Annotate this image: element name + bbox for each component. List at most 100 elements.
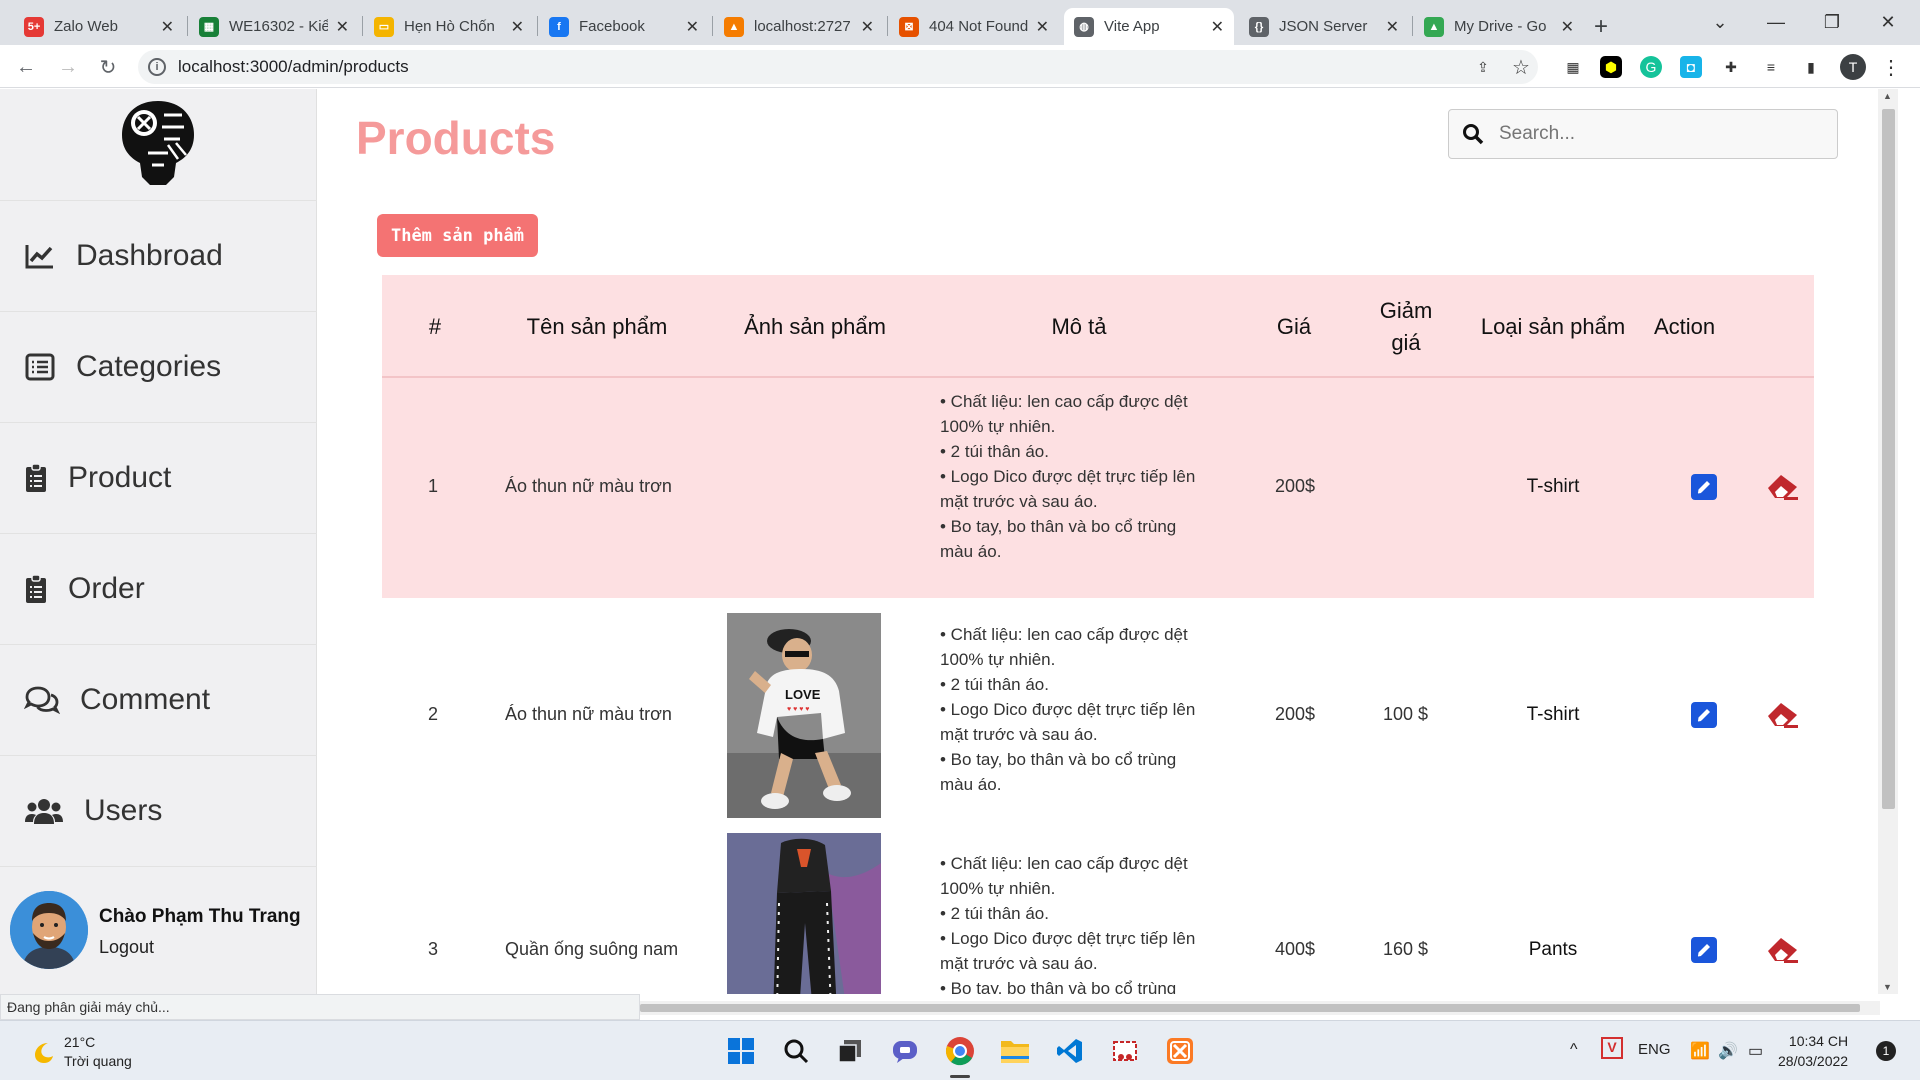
profile-avatar[interactable]: T bbox=[1840, 54, 1866, 80]
avatar[interactable] bbox=[10, 891, 88, 969]
sidebar-item-categories[interactable]: Categories bbox=[0, 311, 317, 421]
tab-close-icon[interactable]: ✕ bbox=[686, 17, 699, 37]
close-window-button[interactable]: ✕ bbox=[1860, 0, 1916, 45]
product-category: Pants bbox=[1528, 938, 1578, 960]
browser-menu-icon[interactable]: ⋮ bbox=[1880, 56, 1902, 79]
vscode-icon[interactable] bbox=[1054, 1035, 1086, 1067]
tab-close-icon[interactable]: ✕ bbox=[336, 17, 349, 37]
tray-chevron-icon[interactable]: ^ bbox=[1570, 1041, 1578, 1059]
wifi-icon[interactable]: 📶 bbox=[1690, 1041, 1710, 1061]
tab-search-icon[interactable]: ⌄ bbox=[1692, 0, 1748, 45]
reading-list-icon[interactable]: ≡ bbox=[1760, 56, 1782, 78]
tab-close-icon[interactable]: ✕ bbox=[1386, 17, 1399, 37]
users-icon bbox=[24, 795, 64, 827]
site-info-icon[interactable]: i bbox=[148, 58, 166, 76]
clock[interactable]: 10:34 CH 28/03/2022 bbox=[1778, 1031, 1848, 1071]
pencil-icon bbox=[1697, 708, 1710, 721]
delete-button[interactable] bbox=[1766, 936, 1800, 964]
xampp-icon[interactable] bbox=[1164, 1035, 1196, 1067]
minimize-button[interactable]: — bbox=[1748, 0, 1804, 45]
horizontal-scroll-thumb[interactable] bbox=[640, 1004, 1860, 1012]
product-name: Quần ống suông nam bbox=[505, 938, 679, 959]
tab-close-icon[interactable]: ✕ bbox=[1211, 17, 1224, 37]
sidebar-item-comment[interactable]: Comment bbox=[0, 644, 317, 754]
new-tab-button[interactable]: + bbox=[1594, 8, 1618, 45]
tab-favicon-icon: f bbox=[549, 16, 569, 37]
brand-logo[interactable] bbox=[118, 97, 198, 187]
browser-tab[interactable]: 5+ Zalo Web ✕ bbox=[14, 8, 184, 45]
language-indicator[interactable]: ENG bbox=[1638, 1041, 1671, 1058]
column-header-image: Ảnh sản phẩm bbox=[744, 313, 886, 339]
chrome-taskbar-icon[interactable] bbox=[944, 1035, 976, 1067]
browser-tab[interactable]: ◍ Vite App ✕ bbox=[1064, 8, 1234, 45]
notification-badge[interactable]: 1 bbox=[1876, 1041, 1896, 1061]
teams-chat-icon[interactable] bbox=[889, 1035, 921, 1067]
extensions-puzzle-icon[interactable]: ✚ bbox=[1720, 56, 1742, 78]
browser-tab[interactable]: f Facebook ✕ bbox=[539, 8, 709, 45]
bookmark-star-icon[interactable]: ☆ bbox=[1510, 56, 1532, 79]
browser-tab[interactable]: {} JSON Server ✕ bbox=[1239, 8, 1409, 45]
tab-close-icon[interactable]: ✕ bbox=[161, 17, 174, 37]
battery-icon[interactable]: ▭ bbox=[1748, 1041, 1763, 1061]
edit-button[interactable] bbox=[1691, 474, 1717, 500]
tab-close-icon[interactable]: ✕ bbox=[861, 17, 874, 37]
sidebar-item-dashboard[interactable]: Dashbroad bbox=[0, 200, 317, 310]
time-text: 10:34 CH bbox=[1788, 1033, 1849, 1049]
sidebar-item-order[interactable]: Order bbox=[0, 533, 317, 643]
description-line: • Chất liệu: len cao cấp được dệt bbox=[940, 625, 1188, 644]
search-icon bbox=[1463, 124, 1484, 145]
description-line: • 2 túi thân áo. bbox=[940, 442, 1049, 461]
search-input[interactable] bbox=[1499, 123, 1819, 145]
browser-tab[interactable]: ⊠ 404 Not Found ✕ bbox=[889, 8, 1059, 45]
tab-favicon-icon: ⊠ bbox=[899, 16, 919, 37]
browser-tab[interactable]: ▭ Hẹn Hò Chốn ✕ bbox=[364, 8, 534, 45]
browser-tab[interactable]: ▲ localhost:2727 ✕ bbox=[714, 8, 884, 45]
extension-hex-icon[interactable]: ⬢ bbox=[1600, 56, 1622, 78]
sidebar-item-users[interactable]: Users bbox=[0, 755, 317, 865]
browser-tab[interactable]: ▦ WE16302 - Kiể ✕ bbox=[189, 8, 359, 45]
delete-button[interactable] bbox=[1766, 473, 1800, 501]
row-index: 1 bbox=[428, 476, 439, 496]
share-icon[interactable]: ⇪ bbox=[1472, 56, 1494, 78]
description-line: • Chất liệu: len cao cấp được dệt bbox=[940, 392, 1188, 411]
vertical-scroll-thumb[interactable] bbox=[1882, 109, 1895, 809]
url-text[interactable]: localhost:3000/admin/products bbox=[178, 57, 409, 77]
sidebar-item-product[interactable]: Product bbox=[0, 422, 317, 532]
add-product-button[interactable]: Thêm sản phẩm bbox=[377, 214, 538, 257]
edit-button[interactable] bbox=[1691, 936, 1717, 963]
sidebar: Dashbroad Categories Product Order Comme… bbox=[0, 89, 317, 994]
main-content: Products Thêm sản phẩm # Tên sản phẩm Ản… bbox=[318, 89, 1878, 994]
horizontal-scrollbar[interactable] bbox=[640, 1001, 1880, 1015]
extension-square-icon[interactable]: ◘ bbox=[1680, 56, 1702, 78]
browser-tab[interactable]: ▲ My Drive - Go ✕ bbox=[1414, 8, 1584, 45]
tab-close-icon[interactable]: ✕ bbox=[1036, 17, 1049, 37]
search-taskbar-icon[interactable] bbox=[780, 1035, 812, 1067]
file-explorer-icon[interactable] bbox=[999, 1035, 1031, 1067]
windows-start-icon[interactable] bbox=[725, 1035, 757, 1067]
tray-app-icon[interactable]: V bbox=[1601, 1037, 1623, 1059]
logout-link[interactable]: Logout bbox=[99, 937, 154, 958]
tab-title: My Drive - Go bbox=[1454, 18, 1547, 35]
side-panel-icon[interactable]: ▮ bbox=[1800, 56, 1822, 78]
forward-icon[interactable]: → bbox=[54, 53, 82, 81]
weather-widget[interactable]: 21°C Trời quang bbox=[30, 1033, 132, 1071]
tab-separator bbox=[1412, 16, 1413, 36]
back-icon[interactable]: ← bbox=[12, 53, 40, 81]
tab-close-icon[interactable]: ✕ bbox=[511, 17, 524, 37]
grammarly-icon[interactable]: G bbox=[1640, 56, 1662, 78]
maximize-button[interactable]: ❐ bbox=[1804, 0, 1860, 45]
tab-separator bbox=[712, 16, 713, 36]
user-panel: Chào Phạm Thu Trang Logout bbox=[0, 866, 317, 994]
reload-icon[interactable]: ↻ bbox=[94, 53, 122, 81]
delete-button[interactable] bbox=[1766, 701, 1800, 729]
qr-extension-icon[interactable]: ▦ bbox=[1562, 56, 1584, 78]
volume-icon[interactable]: 🔊 bbox=[1718, 1041, 1738, 1061]
edit-button[interactable] bbox=[1691, 701, 1717, 728]
task-view-icon[interactable] bbox=[834, 1035, 866, 1067]
description-line: • Bo tay, bo thân và bo cổ trùng bbox=[940, 750, 1177, 769]
tab-favicon-icon: ▲ bbox=[1424, 16, 1444, 37]
snipping-tool-icon[interactable] bbox=[1109, 1035, 1141, 1067]
omnibox[interactable]: i localhost:3000/admin/products bbox=[138, 50, 1538, 84]
tab-close-icon[interactable]: ✕ bbox=[1561, 17, 1574, 37]
vertical-scrollbar[interactable]: ▲ ▼ bbox=[1878, 89, 1898, 994]
